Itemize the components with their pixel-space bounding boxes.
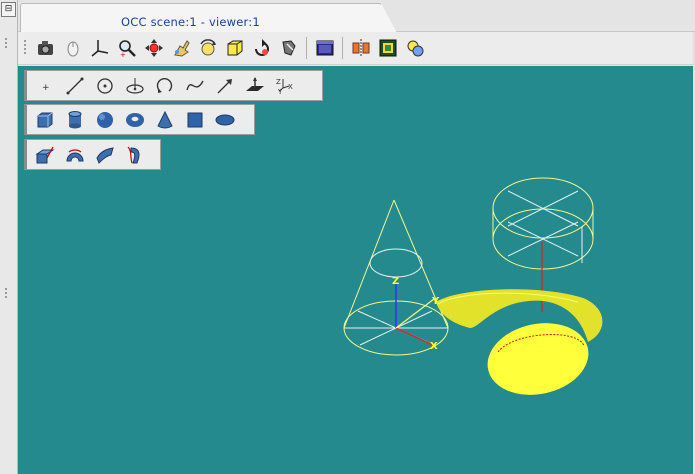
cylinder-wireframe	[492, 177, 594, 270]
occ-viewer-window: ⊟ OCC scene:1 - viewer:1 + Z Y X + Z X Y	[0, 0, 695, 474]
svg-text:Z: Z	[276, 78, 281, 86]
splitter-grip-icon[interactable]	[5, 38, 11, 52]
filling-icon[interactable]	[94, 144, 116, 166]
dump-view-icon[interactable]	[35, 37, 57, 59]
trihedron-icon[interactable]	[89, 37, 111, 59]
viewer-tab[interactable]: OCC scene:1 - viewer:1	[20, 3, 397, 33]
mirror-icon[interactable]	[350, 37, 372, 59]
box-icon[interactable]	[34, 109, 56, 131]
revolution-icon[interactable]	[64, 144, 86, 166]
viewer-toolbar: +	[18, 32, 695, 65]
mouse-actions-icon[interactable]	[62, 37, 84, 59]
vector-icon[interactable]	[214, 75, 236, 97]
lcs-icon[interactable]: ZXY	[274, 75, 296, 97]
svg-text:X: X	[288, 83, 293, 91]
pan-icon[interactable]	[143, 37, 165, 59]
graduated-axes-icon[interactable]	[314, 37, 336, 59]
zoom-icon[interactable]: +	[116, 37, 138, 59]
viewer-tab-bar: OCC scene:1 - viewer:1	[18, 0, 695, 33]
rotate-icon[interactable]	[197, 37, 219, 59]
local-trihedron: Z Y X	[392, 276, 440, 352]
panel-toggle-button[interactable]: ⊟	[1, 2, 16, 17]
curve-icon[interactable]	[184, 75, 206, 97]
axis-label-z: Z	[392, 276, 399, 287]
splitter-handle-icon[interactable]	[5, 288, 11, 302]
line-icon[interactable]	[64, 75, 86, 97]
ellipse-icon[interactable]	[124, 75, 146, 97]
pipe-icon[interactable]	[124, 144, 146, 166]
global-pan-icon[interactable]	[170, 37, 192, 59]
viewer-tab-label: OCC scene:1 - viewer:1	[121, 15, 260, 29]
toolbar-separator	[306, 37, 307, 59]
toolbar-separator	[342, 37, 343, 59]
primitives-toolbar	[24, 104, 255, 135]
shaded-shape	[436, 289, 603, 395]
cylinder-icon[interactable]	[64, 109, 86, 131]
scaling-icon[interactable]	[377, 37, 399, 59]
torus-icon[interactable]	[124, 109, 146, 131]
reset-view-icon[interactable]	[251, 37, 273, 59]
circle-icon[interactable]	[94, 75, 116, 97]
clipping-icon[interactable]	[278, 37, 300, 59]
arc-icon[interactable]	[154, 75, 176, 97]
sphere-icon[interactable]	[94, 109, 116, 131]
extrusion-icon[interactable]	[34, 144, 56, 166]
axis-label-y: Y	[431, 296, 440, 307]
plane-icon[interactable]	[244, 75, 266, 97]
disk-icon[interactable]	[214, 109, 236, 131]
svg-text:+: +	[120, 51, 126, 58]
point-icon[interactable]: +	[34, 75, 56, 97]
generation-toolbar	[24, 139, 161, 170]
rectangle-icon[interactable]	[184, 109, 206, 131]
view-cube-icon[interactable]	[224, 37, 246, 59]
toolbar-grip-icon[interactable]	[22, 37, 28, 59]
svg-text:+: +	[42, 83, 50, 93]
cone-icon[interactable]	[154, 109, 176, 131]
left-panel-strip: ⊟	[0, 0, 18, 474]
basic-geometry-toolbar: + ZXY	[24, 70, 323, 101]
cloning-icon[interactable]	[404, 37, 426, 59]
axis-label-x: X	[430, 341, 438, 352]
